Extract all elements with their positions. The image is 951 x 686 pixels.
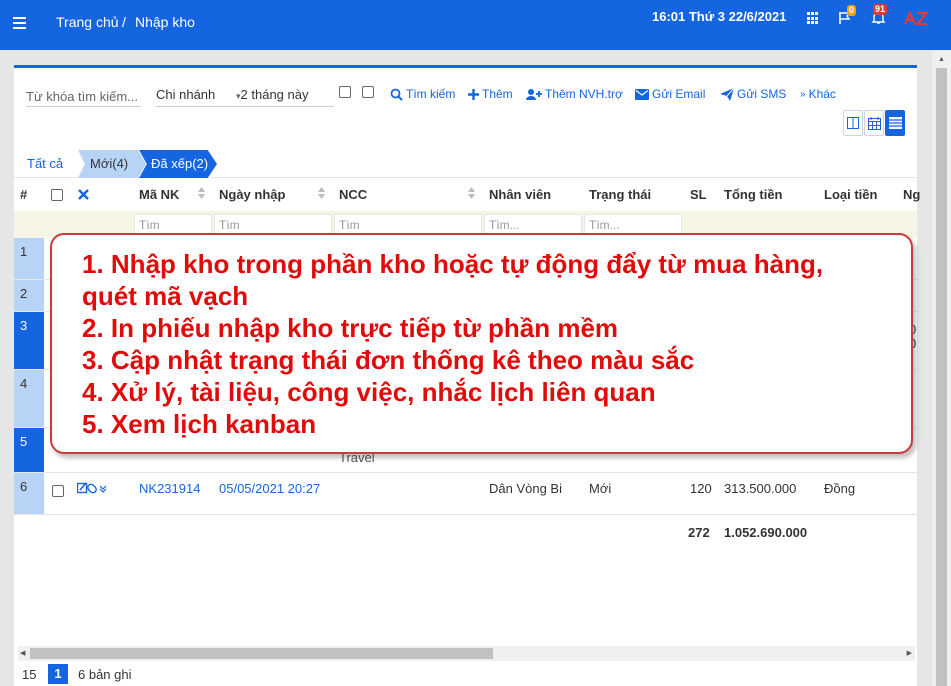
column-header-qty[interactable]: SL [690,187,707,202]
column-header-date[interactable]: Ngày nhập [219,187,285,202]
send-email-button-label: Gửi Email [652,87,706,101]
callout-line: 5. Xem lịch kanban [82,409,317,439]
calendar-icon [867,116,881,130]
tab-arranged[interactable]: Đã xếp(2) [139,150,217,178]
search-input[interactable] [26,87,141,107]
row-number: 3 [14,312,44,369]
scroll-right-arrow-icon[interactable]: ▶ [907,649,912,657]
column-header-code[interactable]: Mã NK [139,187,179,202]
column-header-num: # [20,187,28,202]
import-code-link[interactable]: NK231914 [139,481,200,496]
tab-all[interactable]: Tất cả [27,150,63,178]
hamburger-menu-icon[interactable] [13,17,26,29]
apps-grid-icon[interactable] [807,12,820,25]
horizontal-scroll-thumb[interactable] [30,648,493,659]
table-header: # Mã NK Ngày nhập NCC Nhân viên Trạng th… [14,179,920,211]
add-supplier-button[interactable]: Thêm NVH.trợ [526,87,623,101]
pagination: 15 1 6 bản ghi [22,662,132,686]
tab-new[interactable]: Mới(4) [78,150,146,178]
total-quantity: 272 [688,525,710,540]
horizontal-scrollbar[interactable]: ◀ ▶ [18,646,915,661]
row-actions-icon[interactable] [77,482,107,495]
table-total-row: 272 1.052.690.000 [14,515,917,549]
breadcrumb-separator: / [122,14,126,30]
send-sms-button-label: Gửi SMS [737,87,787,101]
column-header-staff[interactable]: Nhân viên [489,187,551,202]
more-button[interactable]: » Khác [800,87,836,101]
send-sms-button[interactable]: Gửi SMS [720,87,786,101]
period-select[interactable]: ▾2 tháng này [236,87,334,107]
column-header-status[interactable]: Trạng thái [589,187,651,202]
scroll-left-arrow-icon[interactable]: ◀ [20,649,25,657]
sort-icon[interactable] [468,186,475,200]
more-button-label: Khác [808,87,836,101]
add-button[interactable]: Thêm [468,87,513,101]
view-calendar-button[interactable] [864,110,884,136]
callout-line: 1. Nhập kho trong phần kho hoặc tự động … [82,249,824,279]
total-amount: 313.500.000 [724,481,797,496]
vertical-scroll-thumb[interactable] [936,68,947,686]
search-button[interactable]: Tìm kiếm [390,87,455,101]
flag-count-badge: 0 [847,5,857,16]
row-number: 6 [14,473,44,514]
az-logo-icon[interactable] [904,11,928,25]
clear-selection-icon[interactable] [78,189,89,200]
sort-icon[interactable] [318,186,325,200]
view-list-button[interactable] [885,110,905,136]
filter-checkbox-1[interactable] [339,86,351,98]
current-datetime: 16:01 Thứ 3 22/6/2021 [652,9,787,24]
column-header-currency[interactable]: Loại tiền [824,187,877,202]
notification-count-badge: 91 [873,4,888,15]
select-all-checkbox[interactable] [51,189,63,201]
staff-name: Dân Vòng Bi [489,481,562,496]
add-button-label: Thêm [482,87,513,101]
column-header-supplier[interactable]: NCC [339,187,367,202]
callout-line: quét mã vạch [82,281,249,311]
vertical-scrollbar[interactable]: ▲ [932,50,951,686]
view-columns-button[interactable] [843,110,863,136]
plus-icon [468,88,479,100]
page-size-select[interactable]: 15 [22,667,48,682]
toolbar: Chi nhánh ▾2 tháng này Tìm kiếm Thêm Thê… [26,83,906,109]
paper-plane-icon [720,87,734,101]
import-date: 05/05/2021 20:27 [219,481,321,496]
column-header-total[interactable]: Tổng tiền [724,187,783,202]
row-number: 1 [14,238,44,279]
callout-line: 4. Xử lý, tài liệu, công việc, nhắc lịch… [82,377,656,407]
currency-value: Đồng [824,481,856,496]
callout-line: 2. In phiếu nhập kho trực tiếp từ phần m… [82,313,619,343]
status-tabs: Tất cả Mới(4) Đã xếp(2) [14,150,917,178]
branch-select[interactable]: Chi nhánh [156,87,236,107]
row-number: 5 [14,428,44,472]
table-row[interactable]: 6 NK231914 05/05/2021 20:27 Dân Vòng Bi … [14,473,917,515]
double-chevron-down-icon: » [800,88,806,100]
add-user-icon [526,88,542,100]
status-value: Mới [589,481,612,496]
grand-total-amount: 1.052.690.000 [724,525,808,540]
row-checkbox[interactable] [52,485,64,497]
column-header-extra[interactable]: Ng [903,187,920,202]
filter-checkbox-2[interactable] [362,86,374,98]
search-icon [390,88,403,101]
scroll-up-arrow-icon[interactable]: ▲ [938,56,945,63]
list-icon [888,117,902,129]
quantity-value: 120 [690,481,712,496]
add-supplier-button-label: Thêm NVH.trợ [545,87,623,101]
record-count: 6 bản ghi [78,666,132,682]
feature-callout: 1. Nhập kho trong phần kho hoặc tự động … [50,233,913,454]
period-select-value: 2 tháng này [240,87,309,102]
top-navbar: Trang chủ / Nhập kho 16:01 Thứ 3 22/6/20… [0,0,951,50]
columns-icon [847,117,859,129]
current-page-button[interactable]: 1 [48,664,68,684]
breadcrumb-current-page: Nhập kho [135,14,195,30]
search-button-label: Tìm kiếm [406,87,456,101]
sort-icon[interactable] [198,186,205,200]
breadcrumb-home[interactable]: Trang chủ [56,14,119,30]
row-number: 2 [14,280,44,311]
branch-select-value: Chi nhánh [156,87,216,102]
row-number: 4 [14,370,44,427]
callout-line: 3. Cập nhật trạng thái đơn thống kê theo… [82,345,695,375]
envelope-icon [635,88,649,100]
send-email-button[interactable]: Gửi Email [635,87,705,101]
